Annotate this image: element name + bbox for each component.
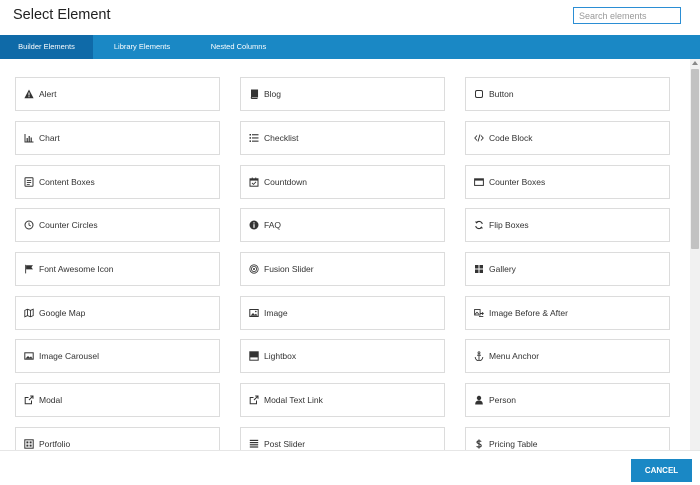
element-card-label: Image Before & After xyxy=(489,308,568,318)
dialog-footer: CANCEL xyxy=(0,450,700,485)
element-card-blog[interactable]: Blog xyxy=(240,77,445,111)
cancel-button[interactable]: CANCEL xyxy=(631,459,692,482)
element-card-label: Image Carousel xyxy=(39,351,100,361)
element-card-code-block[interactable]: Code Block xyxy=(465,121,670,155)
calendar-icon xyxy=(248,176,260,188)
element-card-label: Checklist xyxy=(264,133,299,143)
anchor-icon xyxy=(473,350,485,362)
element-card-faq[interactable]: FAQ xyxy=(240,208,445,242)
lightbox-icon xyxy=(248,350,260,362)
scroll-up-arrow-icon[interactable] xyxy=(692,61,698,65)
flag-icon xyxy=(23,263,35,275)
element-card-label: Blog xyxy=(264,89,282,99)
element-card-countdown[interactable]: Countdown xyxy=(240,165,445,199)
dialog-header: Select Element xyxy=(0,0,700,35)
book-icon xyxy=(248,88,260,100)
element-card-label: Modal Text Link xyxy=(264,395,323,405)
element-card-label: Gallery xyxy=(489,264,516,274)
tab-bar: Builder Elements Library Elements Nested… xyxy=(0,35,700,64)
content-boxes-icon xyxy=(23,176,35,188)
element-card-label: Pricing Table xyxy=(489,439,538,449)
element-card-font-awesome-icon[interactable]: Font Awesome Icon xyxy=(15,252,220,286)
element-card-label: Font Awesome Icon xyxy=(39,264,114,274)
dialog-title: Select Element xyxy=(13,7,111,23)
bar-chart-icon xyxy=(23,132,35,144)
element-card-pricing-table[interactable]: Pricing Table xyxy=(465,427,670,450)
circle-clock-icon xyxy=(23,219,35,231)
element-card-label: Button xyxy=(489,89,514,99)
element-card-label: Fusion Slider xyxy=(264,264,314,274)
element-card-modal-text-link[interactable]: Modal Text Link xyxy=(240,383,445,417)
element-card-label: Chart xyxy=(39,133,60,143)
element-card-label: Content Boxes xyxy=(39,177,95,187)
element-card-label: Alert xyxy=(39,89,57,99)
portfolio-icon xyxy=(23,438,35,450)
element-card-button[interactable]: Button xyxy=(465,77,670,111)
counter-box-icon xyxy=(473,176,485,188)
element-card-checklist[interactable]: Checklist xyxy=(240,121,445,155)
element-card-person[interactable]: Person xyxy=(465,383,670,417)
element-card-label: Counter Boxes xyxy=(489,177,546,187)
element-card-lightbox[interactable]: Lightbox xyxy=(240,339,445,373)
tab-builder-elements[interactable]: Builder Elements xyxy=(0,35,93,64)
map-icon xyxy=(23,307,35,319)
element-card-alert[interactable]: Alert xyxy=(15,77,220,111)
element-card-label: Countdown xyxy=(264,177,308,187)
element-card-label: Person xyxy=(489,395,516,405)
element-card-post-slider[interactable]: Post Slider xyxy=(240,427,445,450)
element-card-label: Modal xyxy=(39,395,63,405)
element-grid: Alert Blog Button Chart Checklist Code Block C… xyxy=(0,59,700,450)
element-card-image-carousel[interactable]: Image Carousel xyxy=(15,339,220,373)
element-card-menu-anchor[interactable]: Menu Anchor xyxy=(465,339,670,373)
tab-library-elements[interactable]: Library Elements xyxy=(93,35,191,59)
target-icon xyxy=(248,263,260,275)
element-card-label: Flip Boxes xyxy=(489,220,529,230)
scroll-thumb[interactable] xyxy=(691,69,699,249)
dollar-icon xyxy=(473,438,485,450)
element-card-label: Menu Anchor xyxy=(489,351,540,361)
element-card-counter-circles[interactable]: Counter Circles xyxy=(15,208,220,242)
element-card-label: Code Block xyxy=(489,133,533,143)
element-card-counter-boxes[interactable]: Counter Boxes xyxy=(465,165,670,199)
before-after-icon xyxy=(473,307,485,319)
element-card-label: Google Map xyxy=(39,308,86,318)
element-card-label: Lightbox xyxy=(264,351,297,361)
element-card-portfolio[interactable]: Portfolio xyxy=(15,427,220,450)
search-input[interactable] xyxy=(573,7,681,24)
info-icon xyxy=(248,219,260,231)
element-card-label: Counter Circles xyxy=(39,220,98,230)
image-icon xyxy=(248,307,260,319)
warning-icon xyxy=(23,88,35,100)
element-card-flip-boxes[interactable]: Flip Boxes xyxy=(465,208,670,242)
element-card-label: Image xyxy=(264,308,288,318)
post-slider-icon xyxy=(248,438,260,450)
element-card-gallery[interactable]: Gallery xyxy=(465,252,670,286)
element-card-fusion-slider[interactable]: Fusion Slider xyxy=(240,252,445,286)
list-icon xyxy=(248,132,260,144)
person-icon xyxy=(473,394,485,406)
element-card-content-boxes[interactable]: Content Boxes xyxy=(15,165,220,199)
element-card-label: Post Slider xyxy=(264,439,306,449)
scrollbar[interactable] xyxy=(690,59,700,450)
element-card-label: FAQ xyxy=(264,220,282,230)
element-card-image-before-and-after[interactable]: Image Before & After xyxy=(465,296,670,330)
element-card-label: Portfolio xyxy=(39,439,71,449)
element-card-google-map[interactable]: Google Map xyxy=(15,296,220,330)
external-link-icon xyxy=(23,394,35,406)
external-link-icon xyxy=(248,394,260,406)
grid-icon xyxy=(473,263,485,275)
carousel-icon xyxy=(23,350,35,362)
element-card-chart[interactable]: Chart xyxy=(15,121,220,155)
button-icon xyxy=(473,88,485,100)
element-card-modal[interactable]: Modal xyxy=(15,383,220,417)
tab-nested-columns[interactable]: Nested Columns xyxy=(191,35,286,59)
code-icon xyxy=(473,132,485,144)
element-card-image[interactable]: Image xyxy=(240,296,445,330)
flip-icon xyxy=(473,219,485,231)
